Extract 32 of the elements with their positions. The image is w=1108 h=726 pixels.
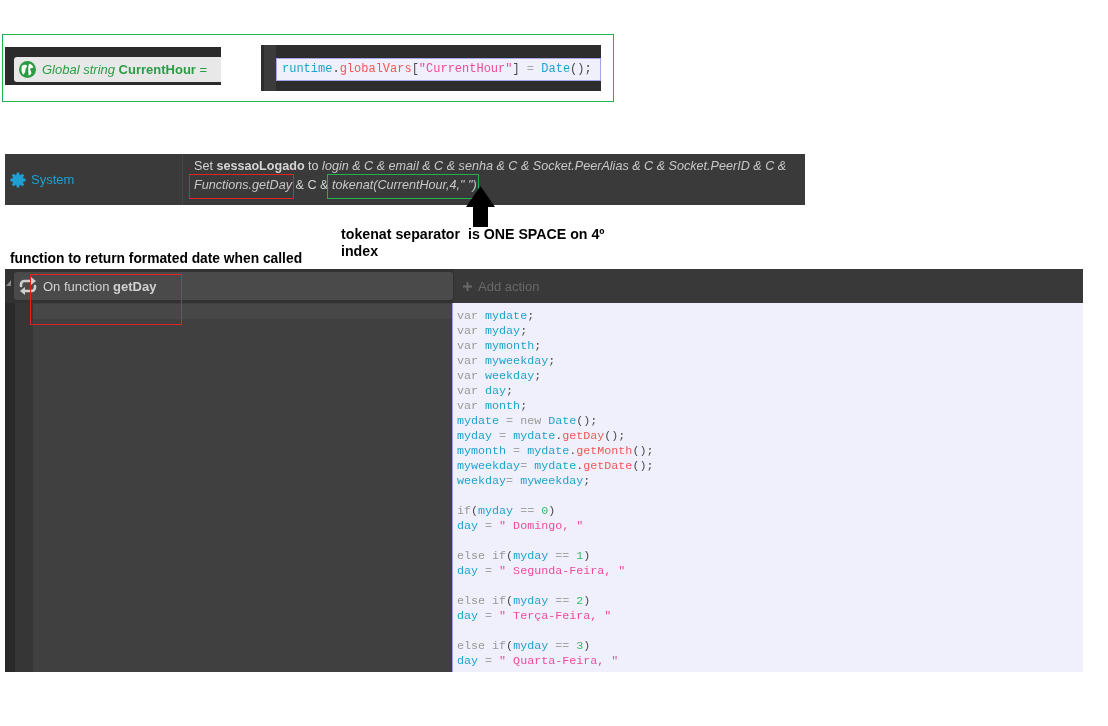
globe-icon bbox=[19, 61, 36, 78]
annotation-text: function to return formated date when called bbox=[10, 251, 303, 266]
repeat-icon bbox=[18, 276, 38, 296]
code-line: var month; bbox=[457, 399, 528, 414]
code-line: myday = mydate.getDay(); bbox=[457, 429, 626, 444]
code-line: day = " Terça-Feira, " bbox=[457, 609, 612, 624]
code-line: weekday= myweekday; bbox=[457, 474, 591, 489]
plus-icon bbox=[463, 281, 472, 291]
declaration-text: Global string CurrentHour = bbox=[42, 62, 208, 77]
code-line: var mymonth; bbox=[457, 339, 542, 354]
annotation-text: tokenat separator is ONE SPACE on 4º index bbox=[341, 226, 606, 260]
code-line: else if(myday == 3) bbox=[457, 639, 591, 654]
code-line: var myweekday; bbox=[457, 354, 556, 369]
code-line: var weekday; bbox=[457, 369, 542, 384]
code-line: myweekday= mydate.getDate(); bbox=[457, 459, 654, 474]
object-name: System bbox=[31, 172, 75, 187]
code-line: mymonth = mydate.getMonth(); bbox=[457, 444, 654, 459]
code-line: else if(myday == 2) bbox=[457, 594, 591, 609]
code-line: if(myday == 0) bbox=[457, 504, 556, 519]
editor-gutter bbox=[264, 45, 276, 91]
code-line: day = " Quarta-Feira, " bbox=[457, 654, 619, 669]
collapse-icon[interactable] bbox=[6, 280, 11, 286]
code-line: mydate = new Date(); bbox=[457, 414, 598, 429]
code-line: var mydate; bbox=[457, 309, 535, 324]
code-line: day = " Domingo, " bbox=[457, 519, 584, 534]
code-line: var myday; bbox=[457, 324, 528, 339]
code-line: else if(myday == 1) bbox=[457, 549, 591, 564]
code-line: var day; bbox=[457, 384, 514, 399]
condition-text: On function getDay bbox=[43, 278, 157, 294]
code-line: day = " Segunda-Feira, " bbox=[457, 564, 626, 579]
condition-block[interactable]: On function getDay bbox=[14, 272, 453, 300]
settings-icon bbox=[10, 171, 26, 188]
